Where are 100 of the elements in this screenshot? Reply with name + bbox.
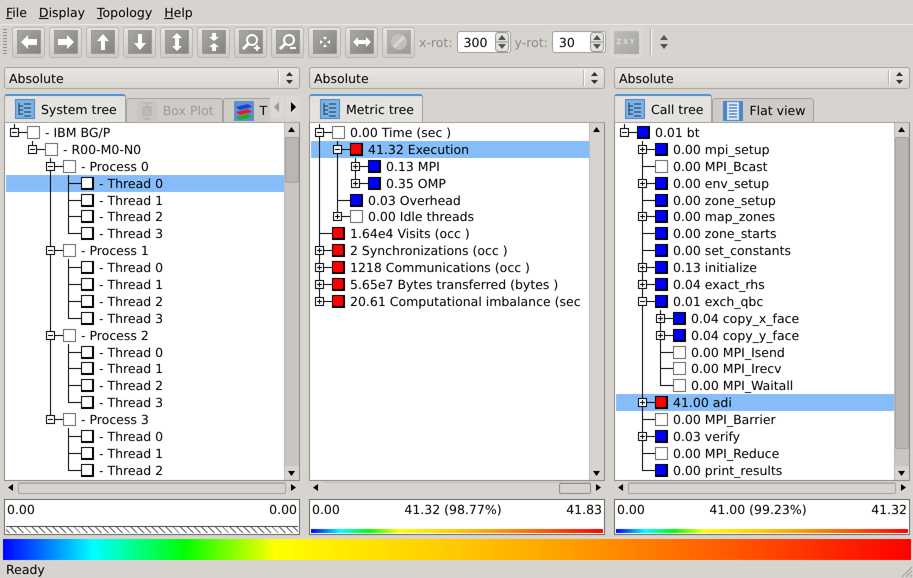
spin-arrows-icon[interactable] [590,32,604,52]
tree-item[interactable]: 0.00 MPI_Barrier [616,411,894,428]
expand-icon[interactable] [656,314,665,323]
tree-item[interactable]: 0.00 MPI_Reduce [616,444,894,462]
expand-icon[interactable] [315,280,324,289]
tree-item[interactable]: - Process 0 [6,158,284,175]
tree-item[interactable]: 0.04 copy_x_face [616,310,894,327]
toolbar-button[interactable] [197,26,230,58]
tree-item[interactable]: - Thread 1 [6,444,284,462]
tree-item[interactable]: 0.01 bt [616,124,894,141]
vertical-scrollbar[interactable] [284,123,299,480]
tree-item[interactable]: - Thread 1 [6,360,284,378]
spin-box[interactable]: 30 [552,31,606,53]
expand-icon[interactable] [638,178,647,188]
toolbar-button[interactable] [234,26,267,58]
scrollbar-thumb[interactable] [285,137,299,183]
tab[interactable]: Flat view [712,98,814,122]
toolbar-button[interactable] [123,26,156,58]
tree-item[interactable]: 0.00 MPI_Isend [616,344,894,360]
scrollbar-thumb[interactable] [18,483,286,494]
toolbar-button[interactable] [308,26,341,58]
tree-item[interactable]: - Process 2 [6,326,284,344]
menu-item[interactable]: Topology [93,2,156,22]
tree-item[interactable]: 0.13 initialize [616,259,894,276]
spin-box[interactable]: 300 [456,31,511,53]
tree-item[interactable]: - Thread 3 [6,225,284,242]
collapse-icon[interactable] [333,144,342,154]
tree-item[interactable]: 0.00 mpi_setup [616,140,894,158]
tree-item[interactable]: - Thread 1 [6,276,284,293]
tree-item[interactable]: - R00-M0-N0 [6,140,284,158]
tree-item[interactable]: 41.00 adi [616,394,894,412]
tree-item[interactable]: - IBM BG/P [6,124,284,141]
expand-icon[interactable] [351,178,360,188]
tree-item[interactable]: 0.00 print_results [616,462,894,479]
tree-item[interactable]: - Thread 2 [6,377,284,394]
tree-item[interactable]: 0.00 zone_starts [616,225,894,242]
expand-icon[interactable] [638,398,647,408]
size-grip-icon[interactable] [901,566,913,578]
tab[interactable]: Metric tree [309,94,423,122]
expand-icon[interactable] [315,246,324,256]
tree-item[interactable]: 0.00 env_setup [616,174,894,192]
menu-item[interactable]: Help [160,2,197,22]
tree-item[interactable]: - Thread 0 [6,174,284,192]
scrollbar-thumb[interactable] [628,483,896,494]
tree-item[interactable]: 0.13 MPI [311,158,589,175]
tree-item[interactable]: - Thread 0 [6,428,284,445]
tree-item[interactable]: 0.00 MPI_Waitall [616,377,894,394]
up-down-arrows-icon[interactable] [658,34,669,50]
tree-item[interactable]: 0.03 verify [616,428,894,445]
mode-dropdown[interactable]: Absolute [4,67,300,89]
collapse-icon[interactable] [46,246,55,256]
tree-item[interactable]: - Thread 1 [6,192,284,208]
tree-item[interactable]: 0.00 map_zones [616,208,894,226]
toolbar-button[interactable] [271,26,304,58]
collapse-icon[interactable] [638,296,647,306]
tree-item[interactable]: 0.01 exch_qbc [616,292,894,310]
expand-icon[interactable] [638,280,647,289]
expand-icon[interactable] [333,212,342,222]
tree-item[interactable]: - Thread 0 [6,344,284,360]
expand-icon[interactable] [351,162,360,171]
tree-item[interactable]: 1.64e4 Visits (occ ) [311,225,589,242]
expand-icon[interactable] [638,432,647,441]
expand-icon[interactable] [638,263,647,272]
collapse-icon[interactable] [28,144,37,154]
toolbar-button[interactable] [49,26,82,58]
toolbar-button[interactable] [86,26,119,58]
tree-item[interactable]: 0.00 zone_setup [616,192,894,208]
tree-item[interactable]: 0.00 MPI_Irecv [616,360,894,378]
tree-item[interactable]: 0.35 OMP [311,174,589,192]
collapse-icon[interactable] [46,162,55,171]
toolbar-button[interactable] [160,26,193,58]
collapse-icon[interactable] [46,415,55,424]
tree-item[interactable]: - Process 1 [6,242,284,260]
expand-icon[interactable] [315,296,324,306]
tree-item[interactable]: - Thread 2 [6,462,284,479]
tree-item[interactable]: 0.04 copy_y_face [616,326,894,344]
menu-item[interactable]: Display [34,2,90,22]
tree-item[interactable]: 5.65e7 Bytes transferred (bytes ) [311,276,589,293]
expand-icon[interactable] [315,263,324,272]
collapse-icon[interactable] [315,128,324,137]
vertical-scrollbar[interactable] [894,123,909,480]
mode-dropdown[interactable]: Absolute [614,67,910,89]
tree-item[interactable]: 0.00 Time (sec ) [311,124,589,141]
collapse-icon[interactable] [620,128,629,137]
collapse-icon[interactable] [10,128,19,137]
vertical-scrollbar[interactable] [589,123,604,480]
tree-item[interactable]: 0.00 Idle threads [311,208,589,226]
tree-item[interactable]: - Thread 2 [6,292,284,310]
menu-item[interactable]: File [2,2,31,22]
mode-dropdown[interactable]: Absolute [309,67,605,89]
tree-item[interactable]: - Process 3 [6,411,284,428]
tree-item[interactable]: 0.00 MPI_Bcast [616,158,894,175]
scrollbar-thumb[interactable] [559,483,591,494]
tab[interactable]: T [222,98,270,122]
expand-icon[interactable] [638,144,647,154]
tab[interactable]: System tree [4,94,126,122]
tree-item[interactable]: 0.03 Overhead [311,192,589,208]
toolbar-button[interactable] [12,26,45,58]
tree-item[interactable]: 0.00 set_constants [616,242,894,260]
tree-item[interactable]: - Thread 3 [6,310,284,327]
